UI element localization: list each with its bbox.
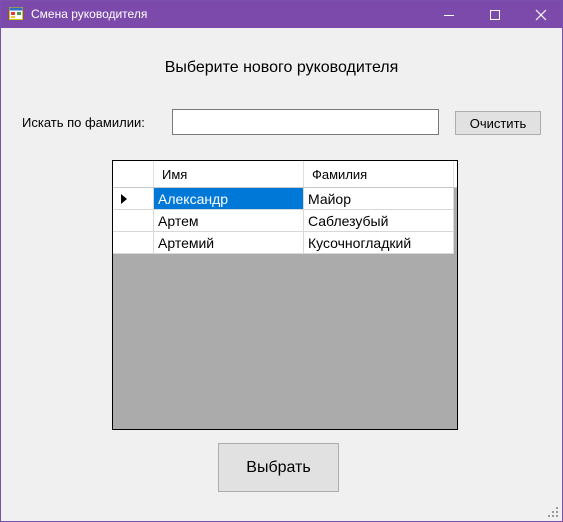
cell-first-name[interactable]: Артем xyxy=(154,210,304,231)
cell-last-name[interactable]: Майор xyxy=(304,188,454,209)
minimize-button[interactable] xyxy=(426,1,472,28)
maximize-button[interactable] xyxy=(472,1,518,28)
search-label: Искать по фамилии: xyxy=(22,115,145,130)
row-header[interactable] xyxy=(113,232,154,253)
title-bar[interactable]: Смена руководителя xyxy=(1,1,562,28)
cell-first-name[interactable]: Артемий xyxy=(154,232,304,253)
cell-last-name[interactable]: Кусочногладкий xyxy=(304,232,454,253)
row-header[interactable] xyxy=(113,210,154,231)
clear-button[interactable]: Очистить xyxy=(455,111,541,135)
table-row[interactable]: Артемий Кусочногладкий xyxy=(113,232,454,254)
column-header-first-name[interactable]: Имя xyxy=(154,161,304,187)
column-header-last-name[interactable]: Фамилия xyxy=(304,161,454,187)
close-icon xyxy=(535,9,547,21)
surname-search-input[interactable] xyxy=(172,109,439,135)
current-row-arrow-icon xyxy=(121,194,127,204)
table-row[interactable]: Александр Майор xyxy=(113,188,454,210)
minimize-icon xyxy=(444,15,454,16)
cell-last-name[interactable]: Саблезубый xyxy=(304,210,454,231)
grid-header: Имя Фамилия xyxy=(113,161,457,188)
employee-grid[interactable]: Имя Фамилия Александр Майор Артем Саблез… xyxy=(112,160,458,430)
resize-grip-icon[interactable] xyxy=(548,507,558,517)
window-title: Смена руководителя xyxy=(31,7,148,21)
dialog-heading: Выберите нового руководителя xyxy=(164,59,399,76)
cell-first-name[interactable]: Александр xyxy=(154,188,304,209)
maximize-icon xyxy=(490,10,500,20)
dialog-window: Смена руководителя Выберите нового руков… xyxy=(0,0,563,522)
app-form-icon xyxy=(9,7,23,20)
close-button[interactable] xyxy=(518,1,563,28)
choose-button[interactable]: Выбрать xyxy=(218,443,339,492)
table-row[interactable]: Артем Саблезубый xyxy=(113,210,454,232)
row-header[interactable] xyxy=(113,188,154,209)
header-corner[interactable] xyxy=(113,161,154,187)
